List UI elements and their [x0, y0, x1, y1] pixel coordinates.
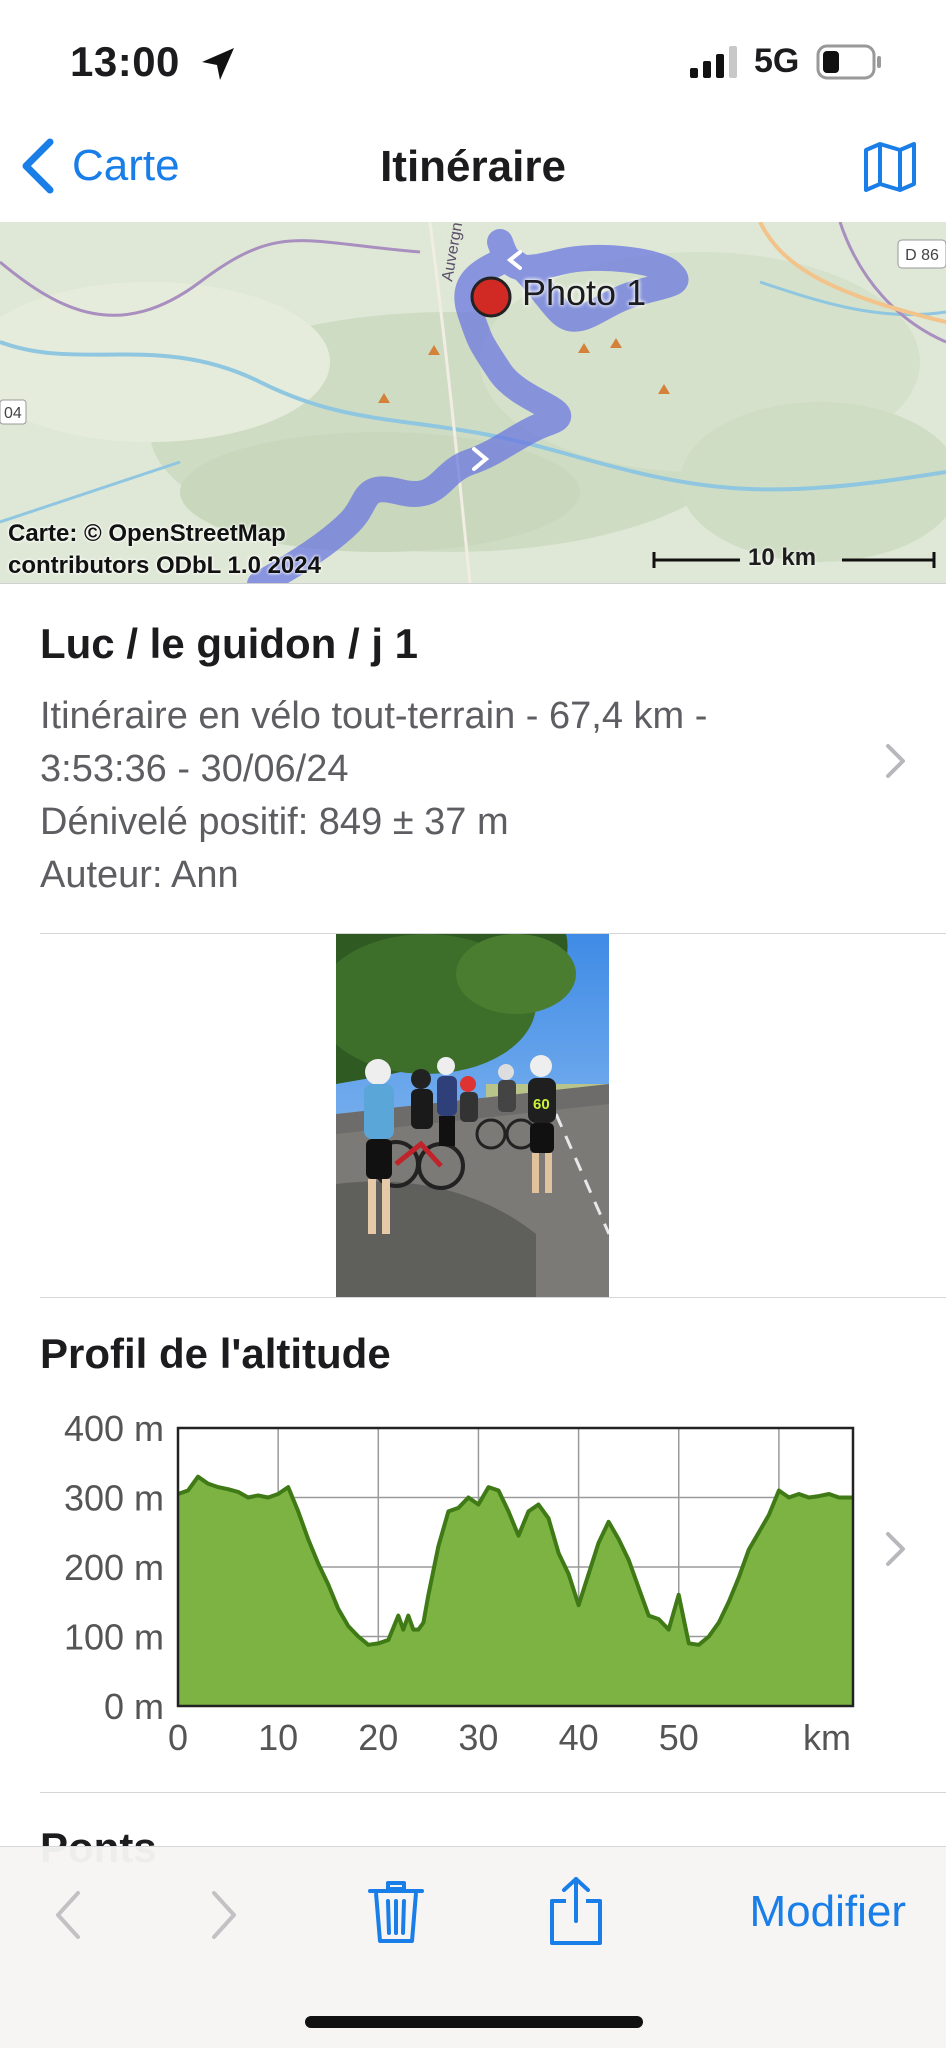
x-tick-label: 40 — [559, 1717, 599, 1758]
cellular-signal-icon — [690, 46, 737, 78]
x-tick-label: 0 — [168, 1717, 188, 1758]
route-author: Auteur: Ann — [40, 854, 239, 896]
x-tick-label: 50 — [659, 1717, 699, 1758]
route-info-row[interactable]: Luc / le guidon / j 1 Itinéraire en vélo… — [0, 584, 946, 934]
x-tick-label: 10 — [258, 1717, 298, 1758]
location-arrow-icon — [202, 48, 234, 80]
y-tick-label: 200 m — [64, 1547, 164, 1588]
route-photo[interactable]: 60 — [336, 934, 609, 1298]
route-title: Luc / le guidon / j 1 — [40, 620, 419, 667]
y-tick-label: 0 m — [104, 1686, 164, 1727]
map-attribution-line2: contributors ODbL 1.0 2024 — [8, 552, 321, 579]
chevron-right-icon — [886, 744, 905, 778]
x-tick-label: km — [803, 1717, 851, 1758]
share-icon[interactable] — [546, 1875, 606, 1947]
divider — [40, 1297, 946, 1298]
elevation-title: Profil de l'altitude — [40, 1330, 391, 1377]
trash-icon[interactable] — [366, 1877, 426, 1947]
map-scale: 10 km — [652, 544, 936, 572]
chevron-left-icon[interactable] — [52, 1887, 84, 1943]
y-tick-label: 400 m — [64, 1408, 164, 1449]
network-type: 5G — [754, 42, 800, 80]
map-marker-label[interactable]: Photo 1 — [522, 272, 646, 314]
battery-icon — [816, 44, 881, 80]
route-description: Itinéraire en vélo tout-terrain - 67,4 k… — [40, 690, 830, 902]
modify-button[interactable]: Modifier — [750, 1887, 907, 1937]
route-elevation-gain: Dénivelé positif: 849 ± 37 m — [40, 801, 509, 843]
home-indicator — [305, 2016, 643, 2028]
navigation-bar: Carte Itinéraire — [0, 120, 946, 220]
divider — [40, 1792, 946, 1793]
route-type-distance: Itinéraire en vélo tout-terrain - 67,4 k… — [40, 695, 708, 737]
elevation-chart-svg: 400 m 300 m 200 m 100 m 0 m0 10 20 30 40 50 km — [64, 1408, 855, 1758]
status-time: 13:00 — [70, 38, 180, 85]
road-label: D 86 — [905, 247, 939, 264]
y-tick-label: 300 m — [64, 1478, 164, 1519]
route-duration-date: 3:53:36 - 30/06/24 — [40, 748, 349, 790]
route-map[interactable]: D 86 04 Auvergn Photo 1 Carte: © OpenStr… — [0, 222, 946, 584]
side-road-label: 04 — [4, 405, 22, 422]
x-tick-label: 20 — [358, 1717, 398, 1758]
map-icon[interactable] — [860, 136, 920, 196]
map-attribution-line1: Carte: © OpenStreetMap — [8, 520, 286, 547]
page-title: Itinéraire — [380, 142, 566, 191]
cyclists-photo: 60 — [336, 934, 609, 1298]
x-tick-label: 30 — [458, 1717, 498, 1758]
status-bar: 13:00 5G — [0, 0, 946, 120]
chevron-right-icon[interactable] — [208, 1887, 240, 1943]
elevation-chart[interactable]: 400 m 300 m 200 m 100 m 0 m 0 10 20 30 40 50 km — [0, 1390, 946, 1770]
y-tick-label: 100 m — [64, 1617, 164, 1658]
map-attribution: Carte: © OpenStreetMap contributors ODbL… — [8, 518, 321, 582]
chevron-right-icon — [886, 1532, 905, 1566]
scale-label: 10 km — [748, 544, 817, 571]
svg-text:60: 60 — [533, 1096, 550, 1113]
